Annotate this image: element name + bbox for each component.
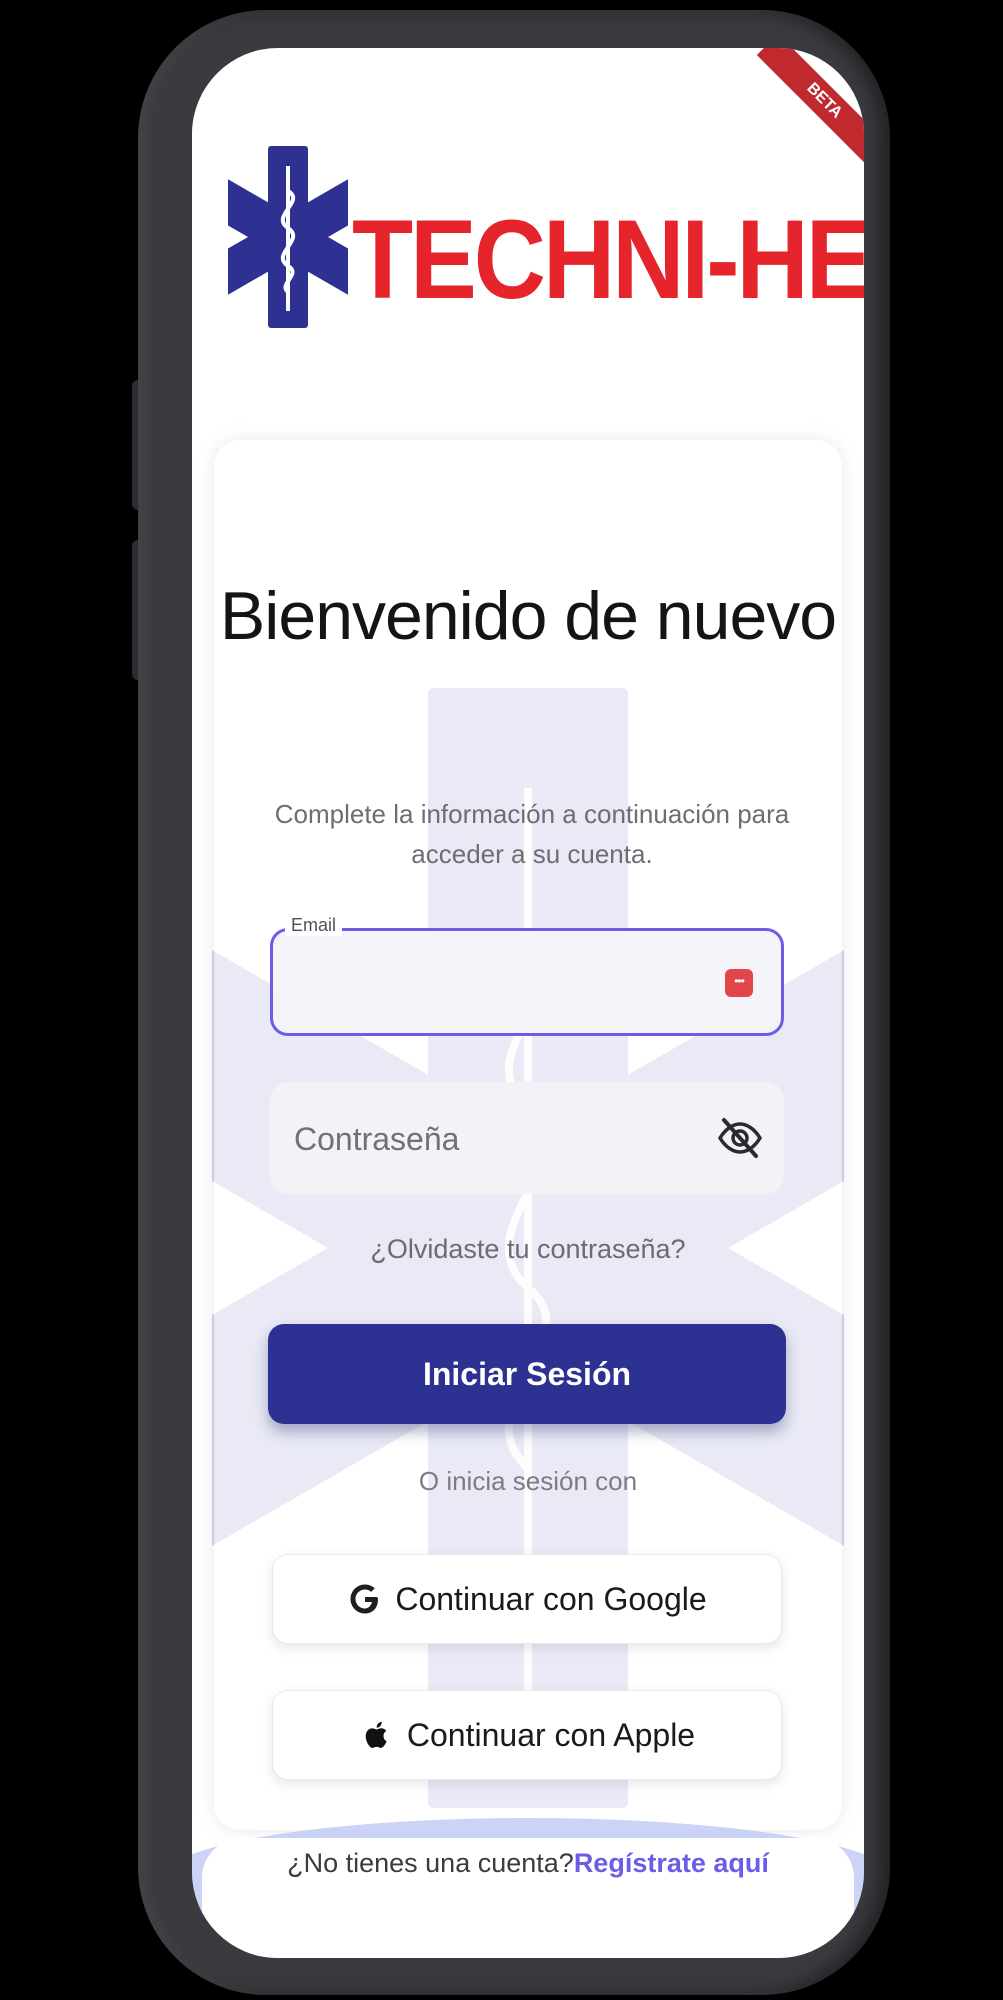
google-login-button[interactable]: Continuar con Google xyxy=(272,1554,782,1644)
google-login-label: Continuar con Google xyxy=(395,1580,707,1617)
email-input[interactable] xyxy=(291,955,715,1013)
email-field[interactable]: Email xyxy=(270,915,784,1036)
signup-prompt: ¿No tienes una cuenta?Regístrate aquí xyxy=(192,1848,864,1879)
apple-icon xyxy=(365,1721,387,1748)
password-key-icon[interactable] xyxy=(725,969,753,997)
password-input[interactable] xyxy=(292,1108,696,1170)
forgot-password-link[interactable]: ¿Olvidaste tu contraseña? xyxy=(192,1234,864,1265)
google-icon xyxy=(350,1584,379,1614)
star-of-life-icon xyxy=(228,146,348,328)
email-label: Email xyxy=(285,915,343,936)
alt-login-text: O inicia sesión con xyxy=(418,1466,638,1496)
device-mockup: BETA TECHNI-HELP Bienvenido de nuevo Com… xyxy=(0,0,1003,2000)
brand-logo: TECHNI-HELP xyxy=(228,108,864,328)
brand-name: TECHNI-HELP xyxy=(352,197,864,323)
password-field[interactable] xyxy=(270,1082,784,1194)
login-screen: BETA TECHNI-HELP Bienvenido de nuevo Com… xyxy=(192,48,864,1958)
no-account-text: ¿No tienes una cuenta? xyxy=(287,1848,574,1878)
login-button[interactable]: Iniciar Sesión xyxy=(268,1324,786,1424)
eye-off-icon[interactable] xyxy=(716,1114,764,1162)
register-link[interactable]: Regístrate aquí xyxy=(574,1848,769,1878)
apple-login-button[interactable]: Continuar con Apple xyxy=(272,1690,782,1780)
apple-login-label: Continuar con Apple xyxy=(406,1716,696,1753)
page-subtitle: Complete la información a continuación p… xyxy=(274,799,790,869)
page-title: Bienvenido de nuevo xyxy=(219,578,837,654)
